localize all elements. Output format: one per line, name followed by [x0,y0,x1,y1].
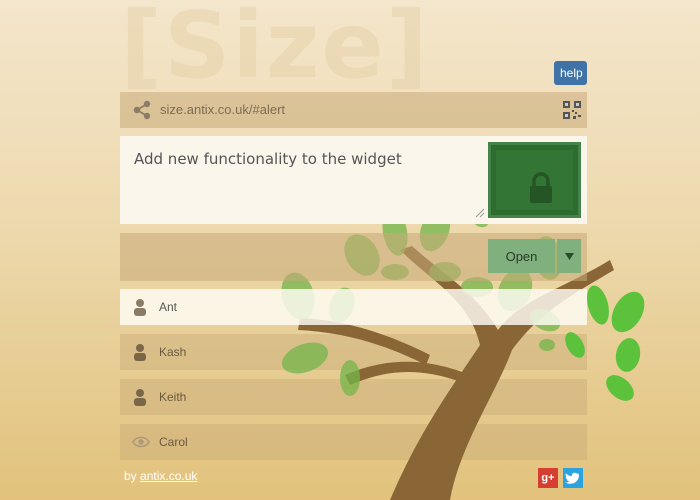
note-textarea[interactable]: Add new functionality to the widget [134,150,474,168]
url-text[interactable]: size.antix.co.uk/#alert [160,102,285,117]
footer-credit: by antix.co.uk [124,469,197,483]
resize-handle-icon[interactable] [475,208,485,218]
antix-link[interactable]: antix.co.uk [140,469,197,483]
footer-prefix: by [124,469,137,483]
user-name: Ant [159,300,178,314]
chevron-down-icon [565,253,574,260]
user-row-ant[interactable]: Ant [120,289,587,325]
url-bar: size.antix.co.uk/#alert [120,92,587,128]
qr-code-icon[interactable] [563,101,581,119]
help-button[interactable]: help [554,61,587,85]
open-button[interactable]: Open [488,239,555,273]
twitter-icon[interactable] [563,468,583,488]
person-icon [134,299,146,316]
open-dropdown-button[interactable] [557,239,581,273]
lock-button[interactable] [488,142,581,218]
lock-icon [530,172,552,203]
share-icon[interactable] [132,100,152,120]
google-plus-icon[interactable]: g+ [538,468,558,488]
